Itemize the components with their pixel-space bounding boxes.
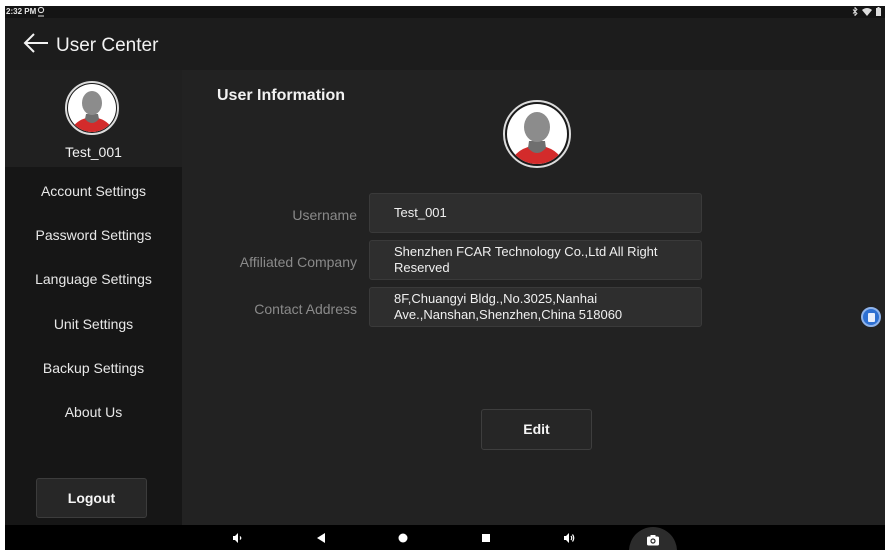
top-bar: User Center — [5, 18, 885, 70]
contact-address-field[interactable]: 8F,Chuangyi Bldg.,No.3025,Nanhai Ave.,Na… — [369, 287, 702, 327]
username-label: Username — [292, 207, 357, 223]
main-panel: User Information Username Test_001 Affil… — [182, 70, 885, 525]
location-icon — [37, 6, 45, 17]
sidebar-item-unit-settings[interactable]: Unit Settings — [5, 304, 182, 344]
affiliated-company-field[interactable]: Shenzhen FCAR Technology Co.,Ltd All Rig… — [369, 240, 702, 280]
floating-assist-button[interactable] — [861, 307, 881, 327]
recents-square-icon[interactable] — [479, 531, 493, 545]
page-title: User Center — [56, 35, 159, 56]
sidebar-item-language-settings[interactable]: Language Settings — [5, 259, 182, 299]
bluetooth-icon — [852, 7, 858, 16]
wifi-icon — [862, 7, 872, 16]
profile-name: Test_001 — [65, 144, 122, 160]
affiliated-company-label: Affiliated Company — [239, 254, 357, 270]
username-field[interactable]: Test_001 — [369, 193, 702, 233]
sidebar-item-about-us[interactable]: About Us — [5, 392, 182, 432]
back-triangle-icon[interactable] — [314, 531, 328, 545]
profile-card[interactable]: Test_001 — [5, 70, 182, 167]
volume-up-icon[interactable] — [562, 531, 576, 545]
document-icon — [868, 313, 875, 322]
camera-icon — [647, 535, 659, 546]
logout-button[interactable]: Logout — [36, 478, 147, 518]
status-time: 2:32 PM — [6, 7, 37, 16]
sidebar-item-password-settings[interactable]: Password Settings — [5, 215, 182, 255]
app-screen: 2:32 PM User Center Test_001 Account Set… — [5, 6, 885, 550]
status-right-icons — [852, 7, 881, 16]
back-arrow-icon[interactable] — [23, 32, 49, 54]
status-bar: 2:32 PM — [5, 6, 885, 18]
edit-button[interactable]: Edit — [481, 409, 592, 450]
avatar — [65, 81, 119, 135]
user-avatar[interactable] — [503, 100, 571, 168]
sidebar-item-account-settings[interactable]: Account Settings — [5, 171, 182, 211]
section-title: User Information — [217, 87, 346, 104]
battery-icon — [876, 7, 881, 16]
volume-down-icon[interactable] — [230, 531, 244, 545]
sidebar: Test_001 Account Settings Password Setti… — [5, 70, 182, 525]
contact-address-label: Contact Address — [254, 301, 357, 317]
sidebar-item-backup-settings[interactable]: Backup Settings — [5, 348, 182, 388]
home-circle-icon[interactable] — [396, 531, 410, 545]
camera-button[interactable] — [629, 527, 677, 550]
navigation-bar — [5, 525, 885, 550]
